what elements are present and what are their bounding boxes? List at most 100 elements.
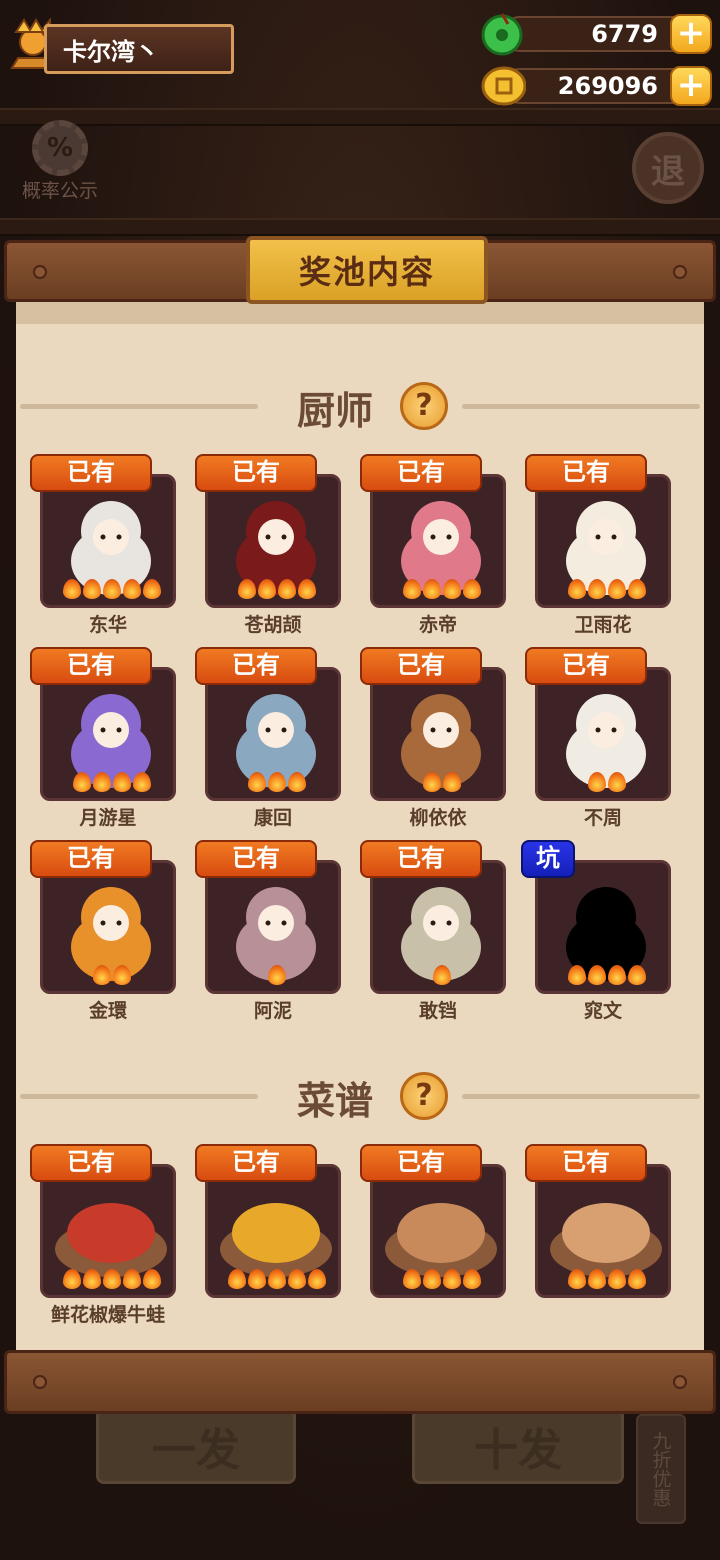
item-name: 不周 xyxy=(583,807,622,829)
flame-icon xyxy=(423,772,441,792)
rarity-flames xyxy=(57,579,167,601)
recipe-card[interactable]: 已有 xyxy=(525,1144,675,1324)
chef-card[interactable]: 已有 康回 xyxy=(195,647,345,829)
rarity-flames xyxy=(57,965,167,987)
flame-icon xyxy=(588,772,606,792)
chef-card[interactable]: 已有 卫雨花 xyxy=(525,454,675,636)
flame-icon xyxy=(463,1269,481,1289)
flame-icon xyxy=(588,579,606,599)
flame-icon xyxy=(258,579,276,599)
rarity-flames xyxy=(222,1269,332,1291)
flame-icon xyxy=(133,772,151,792)
flame-icon xyxy=(463,579,481,599)
item-frame xyxy=(205,1164,341,1298)
flame-icon xyxy=(588,1269,606,1289)
item-frame xyxy=(370,474,506,608)
flame-icon xyxy=(608,579,626,599)
rarity-flames xyxy=(57,1269,167,1291)
divider-line xyxy=(20,404,258,409)
rarity-flames xyxy=(387,1269,497,1291)
chef-card[interactable]: 已有 柳依依 xyxy=(360,647,510,829)
recipe-card[interactable]: 已有 xyxy=(195,1144,345,1324)
chef-card[interactable]: 已有 金環 xyxy=(30,840,180,1022)
panel-bottom-board[interactable] xyxy=(4,1350,716,1414)
chef-card[interactable]: 已有 阿泥 xyxy=(195,840,345,1022)
flame-icon xyxy=(238,579,256,599)
rarity-flames xyxy=(552,772,662,794)
exit-button[interactable]: 退 xyxy=(632,132,704,204)
chef-card[interactable]: 已有 赤帝 xyxy=(360,454,510,636)
slot-badge: 坑 xyxy=(521,840,575,878)
chef-card[interactable]: 已有东华 xyxy=(30,454,180,636)
flame-icon xyxy=(443,579,461,599)
item-name: 康回 xyxy=(253,807,292,829)
single-draw-button[interactable]: 一发 xyxy=(96,1408,296,1484)
flame-icon xyxy=(628,965,646,985)
rarity-flames xyxy=(57,772,167,794)
probability-label: 概率公示 xyxy=(21,180,98,202)
chef-card[interactable]: 坑窕文 xyxy=(521,840,675,1022)
flame-icon xyxy=(628,1269,646,1289)
flame-icon xyxy=(143,1269,161,1289)
item-frame xyxy=(205,860,341,994)
rarity-flames xyxy=(552,1269,662,1291)
add-jade-button[interactable]: + xyxy=(670,14,712,54)
flame-icon xyxy=(248,772,266,792)
probability-button[interactable]: % 概率公示 xyxy=(10,120,110,210)
section-header: 菜谱? xyxy=(16,1066,704,1126)
flame-icon xyxy=(123,1269,141,1289)
item-frame xyxy=(40,1164,176,1298)
chef-card[interactable]: 已有 苍胡颉 xyxy=(195,454,345,636)
rarity-flames xyxy=(387,965,497,987)
item-frame xyxy=(40,860,176,994)
rarity-flames xyxy=(222,965,332,987)
owned-badge: 已有 xyxy=(525,454,647,492)
owned-badge: 已有 xyxy=(30,840,152,878)
recipe-card[interactable]: 已有鲜花椒爆牛蛙 xyxy=(30,1144,180,1326)
recipe-card[interactable]: 已有 xyxy=(360,1144,510,1324)
flame-icon xyxy=(113,772,131,792)
flame-icon xyxy=(608,965,626,985)
item-name: 东华 xyxy=(88,614,127,636)
item-frame xyxy=(40,474,176,608)
nail-icon xyxy=(33,265,47,279)
flame-icon xyxy=(608,772,626,792)
flame-icon xyxy=(113,965,131,985)
section-title: 菜谱 xyxy=(296,1079,373,1123)
ten-draw-button[interactable]: 十发 xyxy=(412,1408,624,1484)
chef-card[interactable]: 已有 敢铛 xyxy=(360,840,510,1022)
add-gold-button[interactable]: + xyxy=(670,66,712,106)
player-info[interactable]: 卡尔湾丶 xyxy=(4,18,234,78)
flame-icon xyxy=(123,579,141,599)
help-icon[interactable]: ? xyxy=(400,382,448,430)
chef-card[interactable]: 已有 月游星 xyxy=(30,647,180,829)
flame-icon xyxy=(568,1269,586,1289)
item-name: 鲜花椒爆牛蛙 xyxy=(50,1304,165,1326)
flame-icon xyxy=(268,965,286,985)
nail-icon xyxy=(33,1375,47,1389)
item-frame xyxy=(205,667,341,801)
item-frame xyxy=(535,860,671,994)
item-frame xyxy=(370,1164,506,1298)
percent-gear-icon: % xyxy=(32,120,88,176)
flame-icon xyxy=(288,1269,306,1289)
flame-icon xyxy=(228,1269,246,1289)
chef-card[interactable]: 已有不周 xyxy=(525,647,675,829)
help-icon[interactable]: ? xyxy=(400,1072,448,1120)
nail-icon xyxy=(673,265,687,279)
rarity-flames xyxy=(222,579,332,601)
owned-badge: 已有 xyxy=(360,647,482,685)
owned-badge: 已有 xyxy=(30,454,152,492)
owned-badge: 已有 xyxy=(525,647,647,685)
flame-icon xyxy=(298,579,316,599)
discount-tag: 九折优惠 xyxy=(636,1414,686,1524)
owned-badge: 已有 xyxy=(195,454,317,492)
jade-currency: 6779 + xyxy=(480,12,712,56)
nail-icon xyxy=(673,1375,687,1389)
flame-icon xyxy=(103,1269,121,1289)
owned-badge: 已有 xyxy=(30,1144,152,1182)
flame-icon xyxy=(608,1269,626,1289)
flame-icon xyxy=(83,579,101,599)
background-rail xyxy=(0,218,720,236)
flame-icon xyxy=(143,579,161,599)
